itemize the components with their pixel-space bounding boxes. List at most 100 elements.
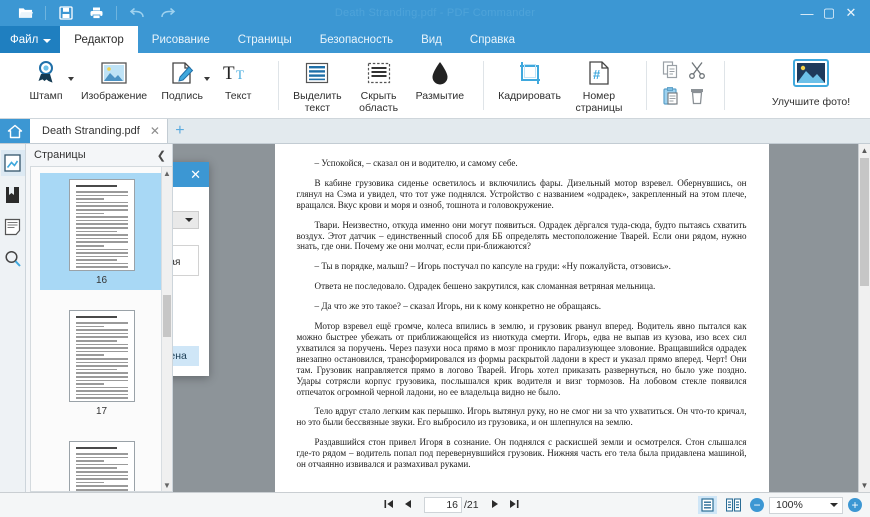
search-panel-icon[interactable]	[1, 246, 25, 272]
page-indicator: 16 /21	[424, 497, 479, 513]
blur-button[interactable]: Размытие	[409, 55, 471, 118]
copy-icon[interactable]	[662, 60, 680, 84]
document-tab[interactable]: Death Stranding.pdf ✕	[30, 119, 168, 143]
viewer-scrollbar[interactable]: ▲ ▼	[858, 144, 870, 492]
paper-format-select[interactable]: A4: 210x297	[173, 211, 199, 229]
image-label: Изображение	[81, 90, 148, 102]
ribbon-group-page: Кадрировать # Номер страницы	[491, 55, 630, 118]
zoom-select[interactable]: 100%	[769, 496, 843, 514]
next-page-button[interactable]	[489, 499, 501, 512]
stamp-button[interactable]: Штамп	[18, 55, 74, 118]
save-icon[interactable]	[51, 1, 81, 25]
open-icon[interactable]	[10, 1, 40, 25]
paper-format-label: Формат бумаги	[173, 196, 199, 208]
scrollbar-thumb[interactable]	[860, 158, 869, 286]
scroll-down-icon[interactable]: ▼	[859, 479, 870, 492]
image-button[interactable]: Изображение	[74, 55, 154, 118]
tab-help[interactable]: Справка	[456, 26, 529, 53]
quick-access-toolbar	[0, 1, 182, 25]
ribbon-separator	[645, 61, 647, 110]
ribbon-tab-bar: Файл Редактор Рисование Страницы Безопас…	[0, 26, 870, 53]
close-icon[interactable]: ✕	[190, 168, 201, 181]
svg-text:T: T	[223, 63, 235, 84]
last-page-button[interactable]	[507, 499, 521, 512]
total-pages-label: /21	[464, 499, 479, 511]
scroll-down-icon[interactable]: ▼	[162, 479, 172, 491]
pages-panel-icon[interactable]	[0, 150, 25, 176]
undo-icon[interactable]	[122, 1, 152, 25]
paragraph: Ответа не последовало. Одрадек бешено за…	[314, 281, 656, 292]
collapse-panel-icon[interactable]: ❮	[157, 149, 166, 162]
pages-panel: Страницы ❮ 16 17 ▲ ▼	[26, 144, 173, 492]
home-icon[interactable]	[0, 119, 30, 143]
zoom-in-button[interactable]: +	[848, 498, 862, 512]
maximize-button[interactable]: ▢	[818, 2, 840, 24]
tab-view[interactable]: Вид	[407, 26, 456, 53]
width-row: Ширина 210,00 мм	[173, 284, 199, 301]
print-icon[interactable]	[81, 1, 111, 25]
scrollbar-thumb[interactable]	[163, 295, 171, 337]
thumbnail-item[interactable]: 16	[39, 173, 164, 290]
tab-file[interactable]: Файл	[0, 26, 61, 53]
close-button[interactable]: ✕	[840, 2, 862, 24]
tab-editor[interactable]: Редактор	[60, 26, 138, 53]
document-tab-bar: Death Stranding.pdf ✕ +	[0, 119, 870, 144]
ribbon-group-insert: Штамп Изображение Подпись TT Текст	[0, 55, 266, 118]
photo-enhance-icon	[793, 59, 830, 92]
current-page-input[interactable]: 16	[424, 497, 462, 513]
document-viewer[interactable]: – Успокойся, – сказал он и водителю, и с…	[173, 144, 870, 492]
orientation-landscape-option[interactable]: Альбомная	[173, 257, 192, 268]
page-number-button[interactable]: # Номер страницы	[568, 55, 630, 118]
redo-icon[interactable]	[152, 1, 182, 25]
paste-icon[interactable]	[662, 86, 680, 110]
thumbnail-number: 16	[95, 275, 108, 286]
text-label: Текст	[224, 90, 252, 102]
paragraph: Мотор взревел ещё громче, колеса впились…	[296, 321, 747, 397]
double-page-view-button[interactable]	[724, 496, 743, 514]
tab-pages[interactable]: Страницы	[224, 26, 306, 53]
text-button[interactable]: TT Текст	[210, 55, 266, 118]
tab-file-label: Файл	[10, 33, 39, 46]
single-page-view-button[interactable]	[698, 496, 717, 514]
dialog-footer: OK Отмена	[173, 334, 209, 376]
thumbnail-page-preview	[68, 179, 135, 271]
close-icon[interactable]: ✕	[150, 124, 160, 138]
hide-area-button[interactable]: Скрыть область	[349, 55, 409, 118]
thumbnail-item[interactable]	[40, 435, 164, 491]
signature-button[interactable]: Подпись	[154, 55, 211, 118]
signature-icon	[170, 58, 194, 88]
delete-icon[interactable]	[688, 87, 706, 110]
hide-area-icon	[367, 58, 391, 88]
tab-drawing[interactable]: Рисование	[138, 26, 224, 53]
cancel-button[interactable]: Отмена	[173, 346, 199, 366]
chevron-down-icon	[185, 218, 193, 222]
minimize-button[interactable]: —	[796, 2, 818, 24]
bookmarks-panel-icon[interactable]	[1, 182, 25, 208]
paragraph: Твари. Неизвестно, откуда именно они мог…	[296, 219, 747, 252]
first-page-button[interactable]	[382, 499, 396, 512]
scroll-up-icon[interactable]: ▲	[859, 144, 870, 157]
thumbnail-number: 17	[95, 406, 108, 417]
ribbon-separator	[723, 61, 725, 110]
zoom-out-button[interactable]: −	[750, 498, 764, 512]
tab-security[interactable]: Безопасность	[306, 26, 407, 53]
thumbnail-scrollbar[interactable]: ▲ ▼	[161, 167, 172, 491]
prev-page-button[interactable]	[402, 499, 414, 512]
crop-button[interactable]: Кадрировать	[491, 55, 568, 118]
image-icon	[101, 58, 127, 88]
hide-area-label: Скрыть область	[359, 90, 399, 114]
comments-panel-icon[interactable]	[1, 214, 25, 240]
photo-enhance-button[interactable]: Улучшите фото!	[758, 55, 864, 118]
thumbnail-item[interactable]: 17	[40, 304, 164, 421]
highlight-text-button[interactable]: Выделить текст	[286, 55, 348, 118]
add-tab-icon[interactable]: +	[168, 119, 192, 143]
paragraph: Тело вдруг стало легким как перышко. Иго…	[296, 406, 747, 428]
paragraph: – Да что же это такое? – сказал Игорь, н…	[314, 301, 602, 312]
thumbnail-list[interactable]: 16 17 ▲ ▼	[30, 166, 172, 492]
scroll-up-icon[interactable]: ▲	[162, 167, 172, 179]
cut-icon[interactable]	[688, 61, 706, 84]
clipboard-group	[654, 55, 714, 118]
crop-label: Кадрировать	[498, 90, 561, 102]
thumbnail-page-preview	[68, 441, 135, 491]
title-bar: Death Stranding.pdf - PDF Commander — ▢ …	[0, 0, 870, 26]
